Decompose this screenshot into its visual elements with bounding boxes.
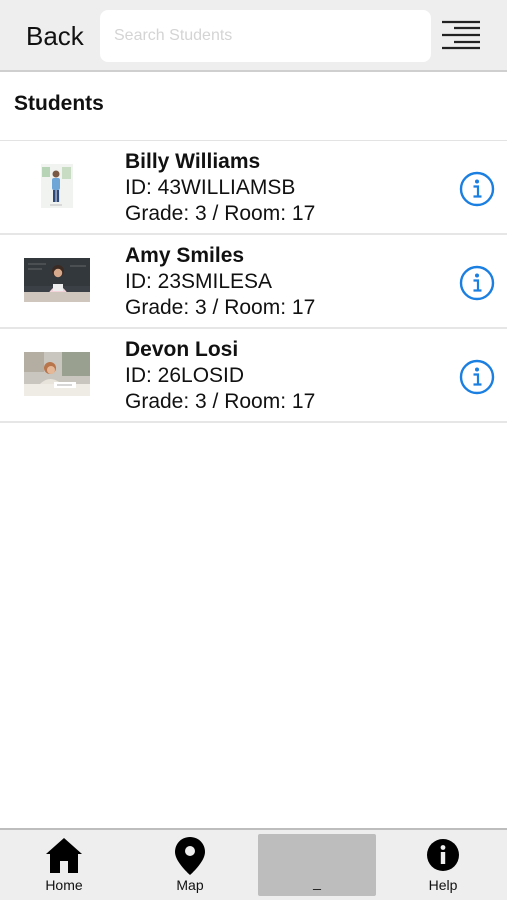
student-grade-room: Grade: 3 / Room: 17 xyxy=(125,390,316,413)
tab-map-label: Map xyxy=(176,877,204,893)
student-id: ID: 23SMILESA xyxy=(125,270,273,293)
student-list: Billy Williams ID: 43WILLIAMSB Grade: 3 … xyxy=(0,141,507,423)
list-item[interactable]: Devon Losi ID: 26LOSID Grade: 3 / Room: … xyxy=(0,329,507,423)
student-info: Devon Losi ID: 26LOSID Grade: 3 / Room: … xyxy=(125,337,315,415)
info-button[interactable] xyxy=(459,171,495,207)
list-item[interactable]: Amy Smiles ID: 23SMILESA Grade: 3 / Room… xyxy=(0,235,507,329)
student-info: Amy Smiles ID: 23SMILESA Grade: 3 / Room… xyxy=(125,243,315,321)
info-button[interactable] xyxy=(459,359,495,395)
list-item[interactable]: Billy Williams ID: 43WILLIAMSB Grade: 3 … xyxy=(0,141,507,235)
student-name: Devon Losi xyxy=(125,338,239,361)
tab-help[interactable]: Help xyxy=(405,830,481,900)
search-input[interactable] xyxy=(100,10,431,62)
tab-bar: Home Map _ Help xyxy=(0,828,507,900)
student-grade-room: Grade: 3 / Room: 17 xyxy=(125,202,316,225)
back-button[interactable]: Back xyxy=(26,20,84,52)
tab-blank-label: _ xyxy=(313,874,321,890)
student-info: Billy Williams ID: 43WILLIAMSB Grade: 3 … xyxy=(125,149,315,227)
info-icon xyxy=(459,265,495,301)
info-icon xyxy=(459,359,495,395)
info-icon xyxy=(459,171,495,207)
top-bar: Back xyxy=(0,0,507,72)
menu-icon xyxy=(442,20,480,50)
student-id: ID: 26LOSID xyxy=(125,364,245,387)
student-grade-room: Grade: 3 / Room: 17 xyxy=(125,296,316,319)
tab-help-label: Help xyxy=(428,877,458,893)
student-name: Amy Smiles xyxy=(125,244,245,267)
tab-home[interactable]: Home xyxy=(26,830,102,900)
tab-home-label: Home xyxy=(45,877,83,893)
tab-blank[interactable]: _ xyxy=(258,834,376,896)
student-photo xyxy=(24,164,90,208)
tab-map[interactable]: Map xyxy=(152,830,228,900)
section-title: Students xyxy=(14,92,104,115)
map-pin-icon xyxy=(175,837,205,875)
menu-button[interactable] xyxy=(440,18,482,52)
student-photo xyxy=(24,258,90,302)
help-icon xyxy=(427,839,459,871)
home-icon xyxy=(46,838,82,873)
student-id: ID: 43WILLIAMSB xyxy=(125,176,296,199)
student-photo xyxy=(24,352,90,396)
info-button[interactable] xyxy=(459,265,495,301)
student-name: Billy Williams xyxy=(125,150,261,173)
